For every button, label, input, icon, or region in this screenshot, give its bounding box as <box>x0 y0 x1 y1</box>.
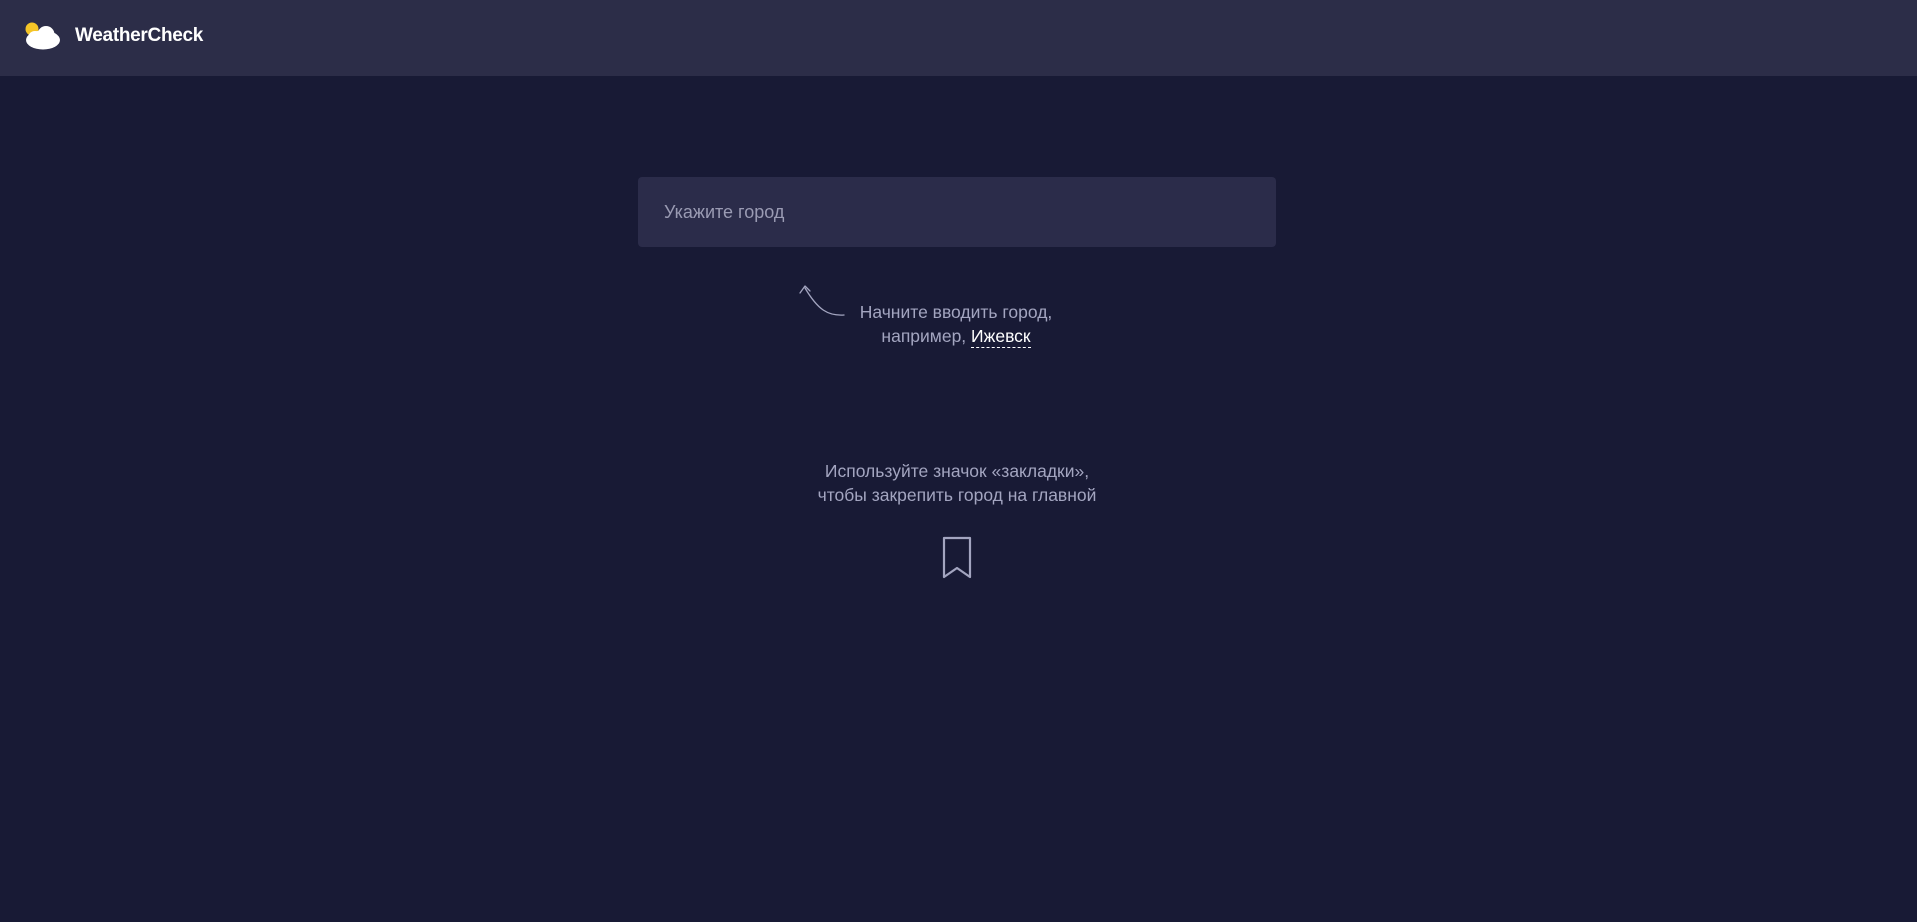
hint-line-2: например, Ижевск <box>836 324 1076 348</box>
bookmark-hint: Используйте значок «закладки», чтобы зак… <box>757 459 1157 507</box>
app-root: WeatherCheck Начните вводить город, напр… <box>0 0 1917 922</box>
app-logo[interactable]: WeatherCheck <box>21 21 203 51</box>
top-header: WeatherCheck <box>0 0 1917 76</box>
bookmark-hint-line-1: Используйте значок «закладки», <box>824 461 1090 481</box>
hint-line-1: Начните вводить город, <box>859 302 1053 322</box>
hint-example-prefix: например, <box>881 326 967 346</box>
app-name: WeatherCheck <box>75 25 204 46</box>
example-city-link[interactable]: Ижевск <box>971 326 1031 348</box>
sun-cloud-icon <box>21 21 61 51</box>
search-hint: Начните вводить город, например, Ижевск <box>798 282 1098 352</box>
bookmark-hint-line-2: чтобы закрепить город на главной <box>817 485 1097 505</box>
city-search <box>638 177 1276 247</box>
city-search-input[interactable] <box>638 177 1276 247</box>
hint-text: Начните вводить город, например, Ижевск <box>836 300 1076 348</box>
bookmark-icon[interactable] <box>941 536 973 580</box>
